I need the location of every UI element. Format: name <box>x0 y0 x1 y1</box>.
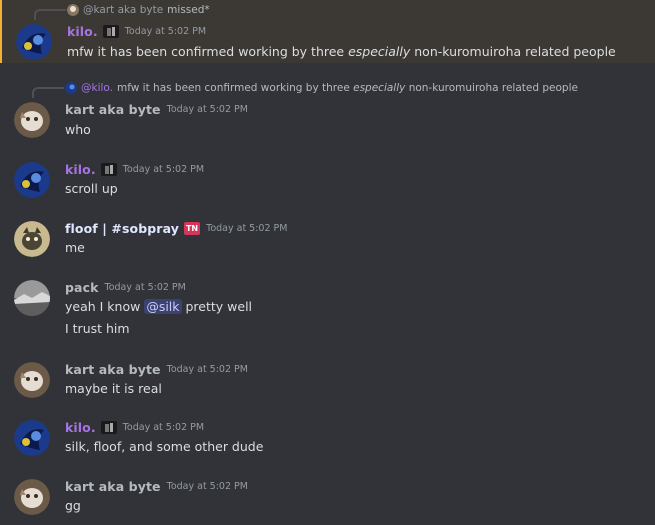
message-header: kilo. Today at 5:02 PM <box>65 420 204 435</box>
message-text: gg <box>65 498 81 513</box>
role-icon <box>100 163 117 176</box>
author-name[interactable]: kart aka byte <box>65 362 161 377</box>
user-mention[interactable]: @silk <box>144 299 182 314</box>
timestamp[interactable]: Today at 5:02 PM <box>167 364 248 375</box>
server-tag-badge[interactable]: TN <box>183 222 201 235</box>
message-text: maybe it is real <box>65 381 162 396</box>
timestamp[interactable]: Today at 5:02 PM <box>105 282 186 293</box>
author-name[interactable]: kilo. <box>65 162 96 177</box>
kart-avatar[interactable] <box>14 362 50 398</box>
message-header: kart aka byte Today at 5:02 PM <box>65 362 248 377</box>
timestamp[interactable]: Today at 5:02 PM <box>167 104 248 115</box>
reply-text: missed* <box>167 4 210 16</box>
timestamp[interactable]: Today at 5:02 PM <box>167 481 248 492</box>
author-name[interactable]: kart aka byte <box>65 102 161 117</box>
message-kart-2[interactable]: kart aka byte Today at 5:02 PM maybe it … <box>0 358 655 403</box>
timestamp[interactable]: Today at 5:02 PM <box>206 223 287 234</box>
author-name[interactable]: kilo. <box>67 24 98 39</box>
reply-preview[interactable]: @kart aka byte missed* <box>67 4 210 16</box>
message-text: yeah I know @silk pretty well <box>65 299 253 314</box>
author-name[interactable]: kilo. <box>65 420 96 435</box>
message-header: floof | #sobpray TN Today at 5:02 PM <box>65 221 287 236</box>
author-name[interactable]: kart aka byte <box>65 479 161 494</box>
pack-avatar[interactable] <box>14 280 50 316</box>
message-header: pack Today at 5:02 PM <box>65 280 186 295</box>
message-text: silk, floof, and some other dude <box>65 439 264 454</box>
message-kart-1[interactable]: @kilo. mfw it has been confirmed working… <box>0 78 655 140</box>
message-text: who <box>65 122 91 137</box>
message-pack[interactable]: pack Today at 5:02 PM yeah I know @silk … <box>0 276 655 342</box>
reply-author[interactable]: @kilo. <box>81 82 113 94</box>
kilo-mini-avatar <box>65 82 77 94</box>
kilo-avatar[interactable] <box>14 420 50 456</box>
message-header: kilo. Today at 5:02 PM <box>67 24 206 39</box>
reply-author[interactable]: @kart aka byte <box>83 4 163 16</box>
timestamp[interactable]: Today at 5:02 PM <box>125 26 206 37</box>
role-icon <box>102 25 119 38</box>
reply-spine <box>32 87 64 98</box>
timestamp[interactable]: Today at 5:02 PM <box>123 422 204 433</box>
author-name[interactable]: pack <box>65 280 99 295</box>
message-kilo-1[interactable]: @kart aka byte missed* kilo. Today at 5:… <box>0 0 655 63</box>
message-header: kart aka byte Today at 5:02 PM <box>65 102 248 117</box>
kilo-avatar[interactable] <box>14 162 50 198</box>
message-text: me <box>65 240 85 255</box>
message-kilo-2[interactable]: kilo. Today at 5:02 PM scroll up <box>0 158 655 203</box>
kart-avatar[interactable] <box>14 102 50 138</box>
message-kilo-3[interactable]: kilo. Today at 5:02 PM silk, floof, and … <box>0 416 655 461</box>
message-text-continued: I trust him <box>65 321 130 336</box>
message-floof[interactable]: floof | #sobpray TN Today at 5:02 PM me <box>0 217 655 262</box>
timestamp[interactable]: Today at 5:02 PM <box>123 164 204 175</box>
kart-mini-avatar <box>67 4 79 16</box>
reply-preview[interactable]: @kilo. mfw it has been confirmed working… <box>65 82 578 94</box>
reply-text: mfw it has been confirmed working by thr… <box>117 82 578 94</box>
kart-avatar[interactable] <box>14 479 50 515</box>
floof-avatar[interactable] <box>14 221 50 257</box>
message-kart-3[interactable]: kart aka byte Today at 5:02 PM gg <box>0 475 655 520</box>
message-text: mfw it has been confirmed working by thr… <box>67 44 616 59</box>
author-name[interactable]: floof | #sobpray <box>65 221 179 236</box>
message-header: kilo. Today at 5:02 PM <box>65 162 204 177</box>
reply-spine <box>34 9 66 20</box>
role-icon <box>100 421 117 434</box>
message-text: scroll up <box>65 181 118 196</box>
message-header: kart aka byte Today at 5:02 PM <box>65 479 248 494</box>
kilo-avatar[interactable] <box>16 24 52 60</box>
